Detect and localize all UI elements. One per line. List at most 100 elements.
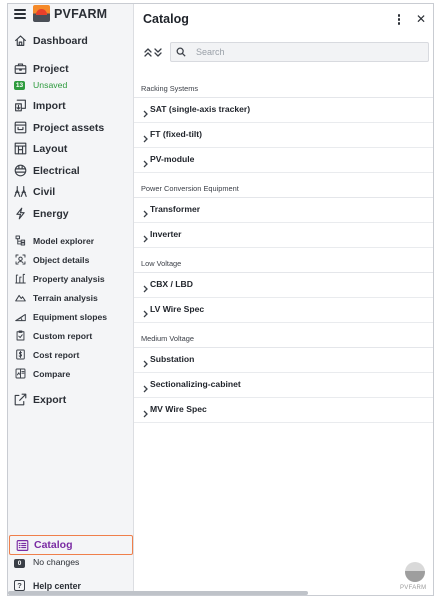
sidebar-item-compare[interactable]: Compare xyxy=(8,364,134,383)
watermark-logo-icon xyxy=(405,562,425,582)
catalog-row-label: Inverter xyxy=(150,229,182,239)
group-title: Racking Systems xyxy=(141,84,199,93)
row-divider xyxy=(134,297,433,298)
sidebar-item-catalog[interactable]: Catalog xyxy=(9,535,133,555)
sidebar-item-label: Project xyxy=(33,62,69,75)
sidebar-item-dashboard[interactable]: Dashboard xyxy=(8,31,134,50)
more-options-icon[interactable] xyxy=(397,14,401,26)
chevron-right-icon xyxy=(142,355,149,368)
app-window: PVFARM Dashboard Project 13 Unsaved Impo… xyxy=(7,3,434,596)
sidebar-item-label: Catalog xyxy=(34,539,73,551)
help-icon: ? xyxy=(14,580,25,591)
chevron-right-icon xyxy=(142,130,149,143)
catalog-row[interactable]: Substation xyxy=(134,350,433,370)
catalog-panel: Catalog ✕ Racking Systems SAT (single-ax… xyxy=(134,4,433,595)
sidebar-item-label: Model explorer xyxy=(33,235,95,246)
collapse-expand-icon[interactable] xyxy=(143,46,165,60)
sidebar-item-object-details[interactable]: Object details xyxy=(8,250,134,269)
chevron-right-icon xyxy=(142,305,149,318)
sidebar-item-label: Electrical xyxy=(33,164,80,177)
close-icon[interactable]: ✕ xyxy=(416,12,426,26)
sidebar-item-terrain-analysis[interactable]: Terrain analysis xyxy=(8,288,134,307)
import-icon xyxy=(13,99,27,113)
home-icon xyxy=(13,34,27,48)
catalog-row[interactable]: FT (fixed-tilt) xyxy=(134,125,433,145)
sidebar-item-label: Project assets xyxy=(33,121,105,134)
sidebar-item-project[interactable]: Project xyxy=(8,59,134,78)
export-icon xyxy=(13,393,27,407)
catalog-row-label: SAT (single-axis tracker) xyxy=(150,104,251,114)
layout-icon xyxy=(13,142,27,156)
cost-report-icon xyxy=(13,348,27,362)
catalog-row-label: Transformer xyxy=(150,204,201,214)
pvfarm-watermark: PVFARM xyxy=(400,562,427,595)
catalog-row[interactable]: Sectionalizing-cabinet xyxy=(134,375,433,395)
group-divider xyxy=(134,347,433,348)
catalog-row[interactable]: MV Wire Spec xyxy=(134,400,433,420)
menu-icon[interactable] xyxy=(14,9,26,19)
catalog-row[interactable]: Transformer xyxy=(134,200,433,220)
sidebar-item-label: Civil xyxy=(33,185,56,198)
brand-bar: PVFARM xyxy=(8,4,134,26)
chevron-right-icon xyxy=(142,380,149,393)
sidebar-item-property-analysis[interactable]: Property analysis xyxy=(8,269,134,288)
search-input[interactable] xyxy=(196,47,416,57)
group-title: Power Conversion Equipment xyxy=(141,184,239,193)
catalog-row-label: Sectionalizing-cabinet xyxy=(150,379,241,389)
row-divider xyxy=(134,247,433,248)
sidebar-item-label: Energy xyxy=(33,207,69,220)
catalog-icon xyxy=(15,538,29,552)
sidebar-item-label: Object details xyxy=(33,254,90,265)
lightning-icon xyxy=(13,207,27,221)
sidebar-item-label: Import xyxy=(33,99,66,112)
sidebar-item-label: Custom report xyxy=(33,330,93,341)
terrain-icon xyxy=(13,291,27,305)
catalog-row[interactable]: SAT (single-axis tracker) xyxy=(134,100,433,120)
row-divider xyxy=(134,122,433,123)
sidebar-item-project-assets[interactable]: Project assets xyxy=(8,118,134,137)
sidebar-item-import[interactable]: Import xyxy=(8,96,134,115)
project-unsaved-status: Unsaved xyxy=(33,80,68,90)
catalog-row[interactable]: Inverter xyxy=(134,225,433,245)
catalog-row-label: MV Wire Spec xyxy=(150,404,207,414)
catalog-change-status: No changes xyxy=(33,557,80,567)
sidebar-item-energy[interactable]: Energy xyxy=(8,204,134,223)
sidebar-item-electrical[interactable]: Electrical xyxy=(8,161,134,180)
group-divider xyxy=(134,97,433,98)
sidebar-item-label: Export xyxy=(33,393,67,406)
row-divider xyxy=(134,397,433,398)
catalog-row[interactable]: CBX / LBD xyxy=(134,275,433,295)
sidebar-item-label: Help center xyxy=(33,580,81,591)
unsaved-count-badge: 13 xyxy=(14,81,25,90)
archive-icon xyxy=(13,121,27,135)
row-divider xyxy=(134,147,433,148)
group-title: Medium Voltage xyxy=(141,334,194,343)
catalog-row-label: PV-module xyxy=(150,154,195,164)
object-details-icon xyxy=(13,253,27,267)
catalog-row[interactable]: PV-module xyxy=(134,150,433,170)
sidebar-item-cost-report[interactable]: Cost report xyxy=(8,345,134,364)
sidebar-item-export[interactable]: Export xyxy=(8,390,134,409)
sidebar-item-label: Cost report xyxy=(33,349,80,360)
group-divider xyxy=(134,197,433,198)
chevron-right-icon xyxy=(142,280,149,293)
catalog-row[interactable]: LV Wire Spec xyxy=(134,300,433,320)
row-divider xyxy=(134,322,433,323)
briefcase-icon xyxy=(13,62,27,76)
sidebar-item-model-explorer[interactable]: Model explorer xyxy=(8,231,134,250)
row-divider xyxy=(134,222,433,223)
sidebar-item-custom-report[interactable]: Custom report xyxy=(8,326,134,345)
sidebar-item-civil[interactable]: Civil xyxy=(8,182,134,201)
sidebar-item-label: Dashboard xyxy=(33,34,88,47)
search-box xyxy=(170,42,429,62)
catalog-row-label: LV Wire Spec xyxy=(150,304,205,314)
sidebar-item-equipment-slopes[interactable]: Equipment slopes xyxy=(8,307,134,326)
horizontal-scrollbar[interactable] xyxy=(8,591,308,595)
sidebar-item-label: Equipment slopes xyxy=(33,311,108,322)
watermark-text: PVFARM xyxy=(400,585,427,591)
sidebar-item-label: Compare xyxy=(33,368,71,379)
sidebar-item-layout[interactable]: Layout xyxy=(8,139,134,158)
brand-name: PVFARM xyxy=(54,7,108,21)
chevron-right-icon xyxy=(142,155,149,168)
group-title: Low Voltage xyxy=(141,259,182,268)
